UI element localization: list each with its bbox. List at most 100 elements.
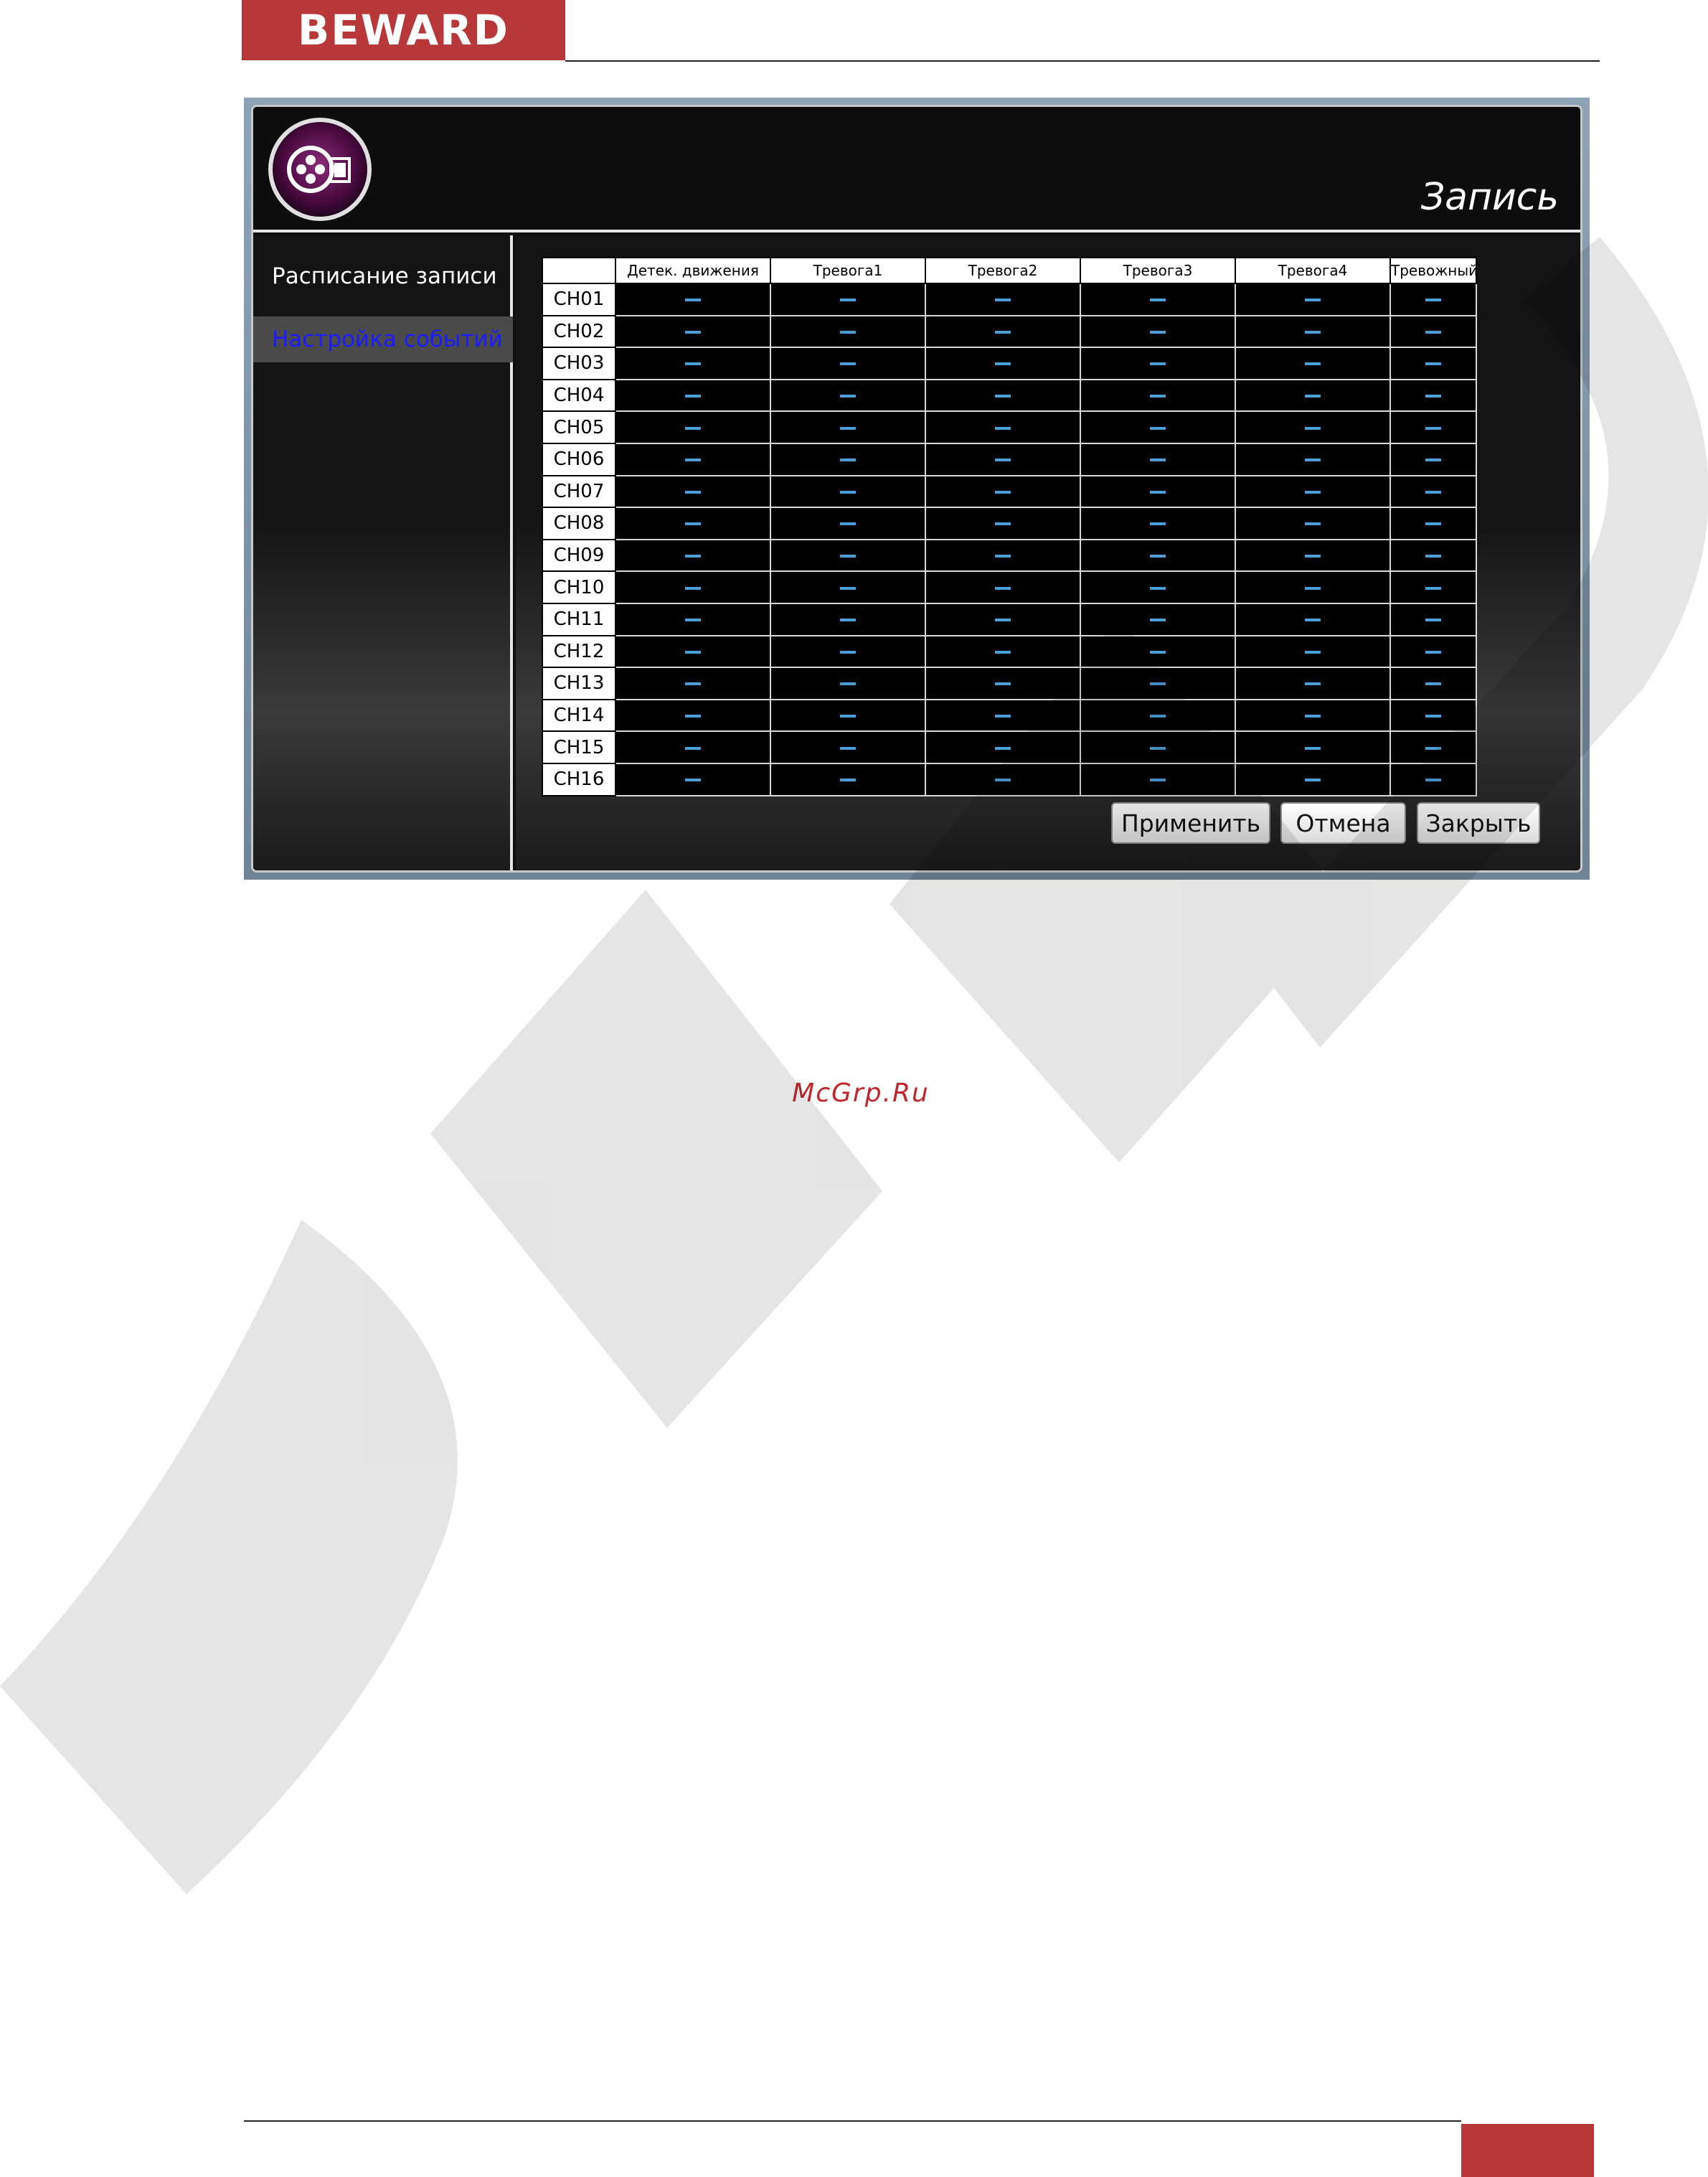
event-cell[interactable] bbox=[1235, 762, 1391, 796]
event-cell[interactable] bbox=[925, 474, 1081, 509]
event-cell[interactable] bbox=[1389, 507, 1477, 540]
close-button[interactable]: Закрыть bbox=[1417, 802, 1540, 844]
event-cell[interactable] bbox=[1080, 762, 1236, 796]
event-cell[interactable] bbox=[1235, 667, 1391, 700]
event-cell[interactable] bbox=[770, 410, 926, 444]
event-cell[interactable] bbox=[1235, 570, 1391, 604]
event-cell[interactable] bbox=[925, 507, 1081, 540]
event-cell[interactable] bbox=[925, 314, 1081, 349]
event-cell[interactable] bbox=[1080, 283, 1236, 316]
event-cell[interactable] bbox=[770, 507, 926, 540]
event-cell[interactable] bbox=[770, 602, 926, 636]
event-cell[interactable] bbox=[615, 474, 771, 509]
event-cell[interactable] bbox=[615, 347, 771, 380]
event-cell[interactable] bbox=[1389, 410, 1477, 444]
event-cell[interactable] bbox=[1235, 283, 1391, 316]
event-cell[interactable] bbox=[615, 410, 771, 444]
event-cell[interactable] bbox=[1080, 570, 1236, 604]
event-cell[interactable] bbox=[1235, 442, 1391, 476]
event-cell[interactable] bbox=[1389, 283, 1477, 316]
event-cell[interactable] bbox=[615, 283, 771, 316]
event-cell[interactable] bbox=[615, 442, 771, 476]
event-cell[interactable] bbox=[1235, 730, 1391, 764]
event-cell[interactable] bbox=[770, 634, 926, 669]
event-cell[interactable] bbox=[1235, 474, 1391, 509]
cancel-button[interactable]: Отмена bbox=[1280, 802, 1406, 844]
event-cell[interactable] bbox=[1080, 314, 1236, 349]
event-cell[interactable] bbox=[925, 442, 1081, 476]
event-cell[interactable] bbox=[615, 378, 771, 413]
event-cell[interactable] bbox=[925, 538, 1081, 573]
event-cell[interactable] bbox=[770, 347, 926, 380]
site-link[interactable]: McGrp.Ru bbox=[717, 1078, 1004, 1108]
event-cell[interactable] bbox=[1389, 667, 1477, 700]
event-cell[interactable] bbox=[615, 698, 771, 733]
event-cell[interactable] bbox=[1080, 730, 1236, 764]
event-cell[interactable] bbox=[615, 507, 771, 540]
event-cell[interactable] bbox=[1235, 314, 1391, 349]
event-cell[interactable] bbox=[925, 283, 1081, 316]
event-cell[interactable] bbox=[1235, 410, 1391, 444]
event-cell[interactable] bbox=[1080, 507, 1236, 540]
event-cell[interactable] bbox=[1080, 634, 1236, 669]
event-cell[interactable] bbox=[770, 442, 926, 476]
event-cell[interactable] bbox=[1389, 538, 1477, 573]
event-cell[interactable] bbox=[925, 378, 1081, 413]
event-cell[interactable] bbox=[615, 570, 771, 604]
event-cell[interactable] bbox=[1389, 442, 1477, 476]
event-cell[interactable] bbox=[615, 762, 771, 796]
event-cell[interactable] bbox=[925, 762, 1081, 796]
event-cell[interactable] bbox=[925, 347, 1081, 380]
event-cell[interactable] bbox=[925, 410, 1081, 444]
event-cell[interactable] bbox=[615, 538, 771, 573]
event-cell[interactable] bbox=[1080, 667, 1236, 700]
event-cell[interactable] bbox=[770, 570, 926, 604]
event-cell[interactable] bbox=[1235, 347, 1391, 380]
event-cell[interactable] bbox=[615, 634, 771, 669]
event-cell[interactable] bbox=[925, 634, 1081, 669]
event-cell[interactable] bbox=[615, 667, 771, 700]
event-cell[interactable] bbox=[1235, 378, 1391, 413]
sidebar-item-record-schedule[interactable]: Расписание записи bbox=[253, 253, 513, 299]
event-cell[interactable] bbox=[1389, 762, 1477, 796]
event-cell[interactable] bbox=[1389, 602, 1477, 636]
event-cell[interactable] bbox=[615, 602, 771, 636]
event-cell[interactable] bbox=[615, 314, 771, 349]
event-cell[interactable] bbox=[925, 698, 1081, 733]
event-cell[interactable] bbox=[1080, 378, 1236, 413]
event-cell[interactable] bbox=[1389, 570, 1477, 604]
event-cell[interactable] bbox=[1080, 538, 1236, 573]
event-cell[interactable] bbox=[1080, 442, 1236, 476]
event-cell[interactable] bbox=[925, 730, 1081, 764]
event-cell[interactable] bbox=[615, 730, 771, 764]
event-cell[interactable] bbox=[770, 314, 926, 349]
event-cell[interactable] bbox=[1080, 347, 1236, 380]
event-cell[interactable] bbox=[1080, 602, 1236, 636]
event-cell[interactable] bbox=[1389, 634, 1477, 669]
event-cell[interactable] bbox=[925, 570, 1081, 604]
event-cell[interactable] bbox=[1389, 347, 1477, 380]
event-cell[interactable] bbox=[770, 698, 926, 733]
event-cell[interactable] bbox=[1080, 698, 1236, 733]
event-cell[interactable] bbox=[1235, 634, 1391, 669]
event-cell[interactable] bbox=[770, 538, 926, 573]
event-cell[interactable] bbox=[1235, 698, 1391, 733]
event-cell[interactable] bbox=[770, 378, 926, 413]
event-cell[interactable] bbox=[1389, 474, 1477, 509]
event-cell[interactable] bbox=[1235, 507, 1391, 540]
event-cell[interactable] bbox=[770, 283, 926, 316]
event-cell[interactable] bbox=[1389, 698, 1477, 733]
event-cell[interactable] bbox=[1235, 538, 1391, 573]
event-cell[interactable] bbox=[1080, 410, 1236, 444]
event-cell[interactable] bbox=[925, 602, 1081, 636]
event-cell[interactable] bbox=[1389, 730, 1477, 764]
event-cell[interactable] bbox=[770, 474, 926, 509]
event-cell[interactable] bbox=[770, 667, 926, 700]
event-cell[interactable] bbox=[925, 667, 1081, 700]
event-cell[interactable] bbox=[1389, 378, 1477, 413]
apply-button[interactable]: Применить bbox=[1111, 802, 1270, 844]
event-cell[interactable] bbox=[770, 762, 926, 796]
sidebar-item-event-settings[interactable]: Настройка событий bbox=[253, 316, 513, 362]
event-cell[interactable] bbox=[1235, 602, 1391, 636]
event-cell[interactable] bbox=[1389, 314, 1477, 349]
